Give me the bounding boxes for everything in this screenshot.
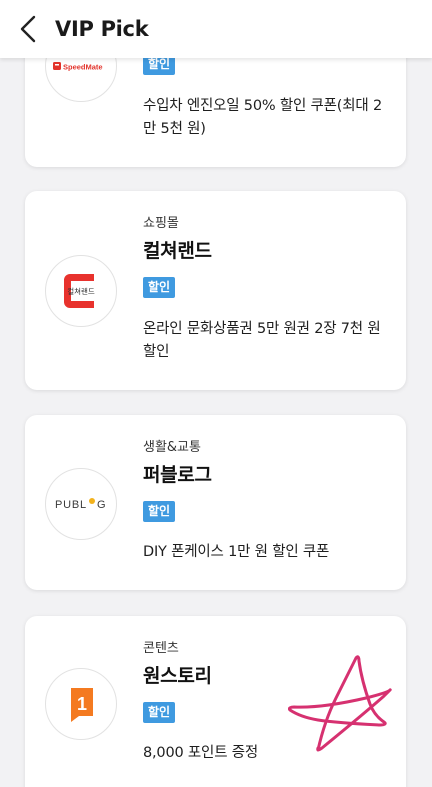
benefit-description: 온라인 문화상품권 5만 원권 2장 7천 원 할인: [143, 321, 381, 360]
svg-text:G: G: [97, 499, 106, 511]
svg-text:SpeedMate: SpeedMate: [63, 63, 103, 72]
discount-badge: 할인: [143, 277, 176, 298]
back-button[interactable]: [14, 15, 42, 43]
app-header: VIP Pick: [0, 0, 432, 58]
chevron-left-icon: [20, 15, 36, 43]
svg-text:PUBL: PUBL: [55, 499, 87, 511]
benefit-card-publog[interactable]: PUBL G 생활&교통 퍼블로그 할인 DIY 폰케이스 1만 원 할인 쿠폰: [25, 415, 406, 590]
benefit-card-cultureland[interactable]: 컬쳐랜드 쇼핑몰 컬쳐랜드 할인 온라인 문화상품권 5만 원권 2장 7천 원…: [25, 191, 406, 390]
brand-name: 원스토리: [143, 665, 212, 687]
benefit-description: DIY 폰케이스 1만 원 할인 쿠폰: [143, 544, 330, 560]
brand-name: 퍼블로그: [143, 464, 212, 486]
page-title: VIP Pick: [55, 17, 149, 41]
benefit-description: 8,000 포인트 증정: [143, 745, 259, 761]
benefit-category: 콘텐츠: [143, 641, 179, 656]
discount-badge: 할인: [143, 702, 176, 723]
publog-logo: PUBL G: [45, 468, 117, 540]
onestory-logo: 1: [45, 668, 117, 740]
brand-name: 컬쳐랜드: [143, 240, 212, 262]
cultureland-logo: 컬쳐랜드: [45, 255, 117, 327]
benefit-category: 쇼핑몰: [143, 216, 179, 231]
benefit-card-onestory[interactable]: 1 콘텐츠 원스토리 할인 8,000 포인트 증정: [25, 616, 406, 787]
benefit-category: 생활&교통: [143, 440, 201, 455]
svg-text:1: 1: [77, 694, 87, 714]
discount-badge: 할인: [143, 501, 176, 522]
svg-text:컬쳐랜드: 컬쳐랜드: [67, 286, 95, 296]
benefit-description: 수입차 엔진오일 50% 할인 쿠폰(최대 2만 5천 원): [143, 98, 382, 137]
